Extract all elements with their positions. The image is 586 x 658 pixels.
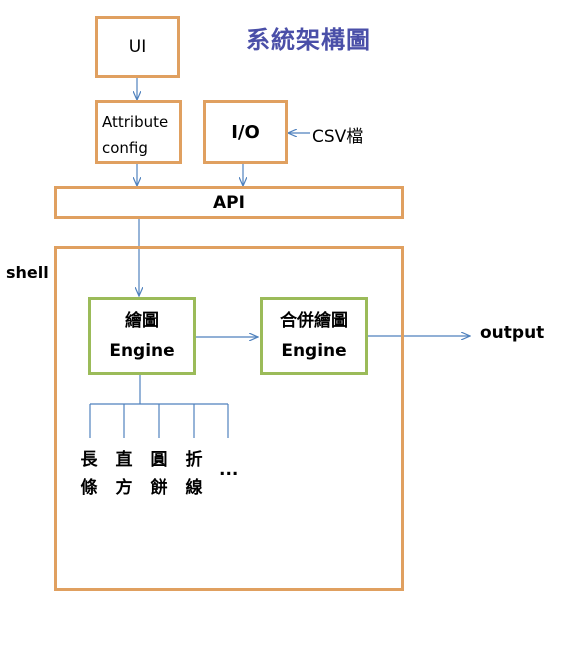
- diagram-title: 系統架構圖: [246, 26, 371, 54]
- csv-label: CSV檔: [312, 127, 364, 147]
- api-label: API: [213, 192, 245, 213]
- chart-type-pie-bottom: 餅: [150, 478, 168, 498]
- attribute-config-line2: config: [102, 139, 148, 157]
- draw-engine-line2: Engine: [109, 341, 175, 361]
- chart-type-histogram-top: 直: [115, 450, 133, 470]
- merge-engine-box: 合併繪圖 Engine: [260, 297, 368, 375]
- shell-label: shell: [6, 263, 49, 282]
- chart-type-ellipsis: ...: [219, 460, 239, 480]
- chart-type-histogram: 直 方: [113, 446, 135, 502]
- attribute-config-line1: Attribute: [102, 113, 169, 131]
- api-box: API: [54, 186, 404, 219]
- chart-type-bar-bottom: 條: [80, 478, 98, 498]
- chart-type-pie-top: 圓: [150, 450, 168, 470]
- chart-type-line-bottom: 線: [185, 478, 203, 498]
- chart-type-histogram-bottom: 方: [115, 478, 133, 498]
- chart-type-bar: 長 條: [78, 446, 100, 502]
- merge-engine-line1: 合併繪圖: [280, 311, 348, 331]
- chart-type-line: 折 線: [183, 446, 205, 502]
- merge-engine-line2: Engine: [281, 341, 347, 361]
- chart-type-line-top: 折: [185, 450, 203, 470]
- io-box: I/O: [203, 100, 288, 164]
- attribute-config-box: Attribute config: [95, 100, 182, 164]
- draw-engine-line1: 繪圖: [125, 311, 159, 331]
- ui-label: UI: [128, 37, 147, 57]
- output-label: output: [480, 323, 545, 343]
- io-label: I/O: [231, 121, 260, 143]
- chart-type-pie: 圓 餅: [148, 446, 170, 502]
- ui-box: UI: [95, 16, 180, 78]
- chart-type-bar-top: 長: [80, 450, 98, 470]
- draw-engine-box: 繪圖 Engine: [88, 297, 196, 375]
